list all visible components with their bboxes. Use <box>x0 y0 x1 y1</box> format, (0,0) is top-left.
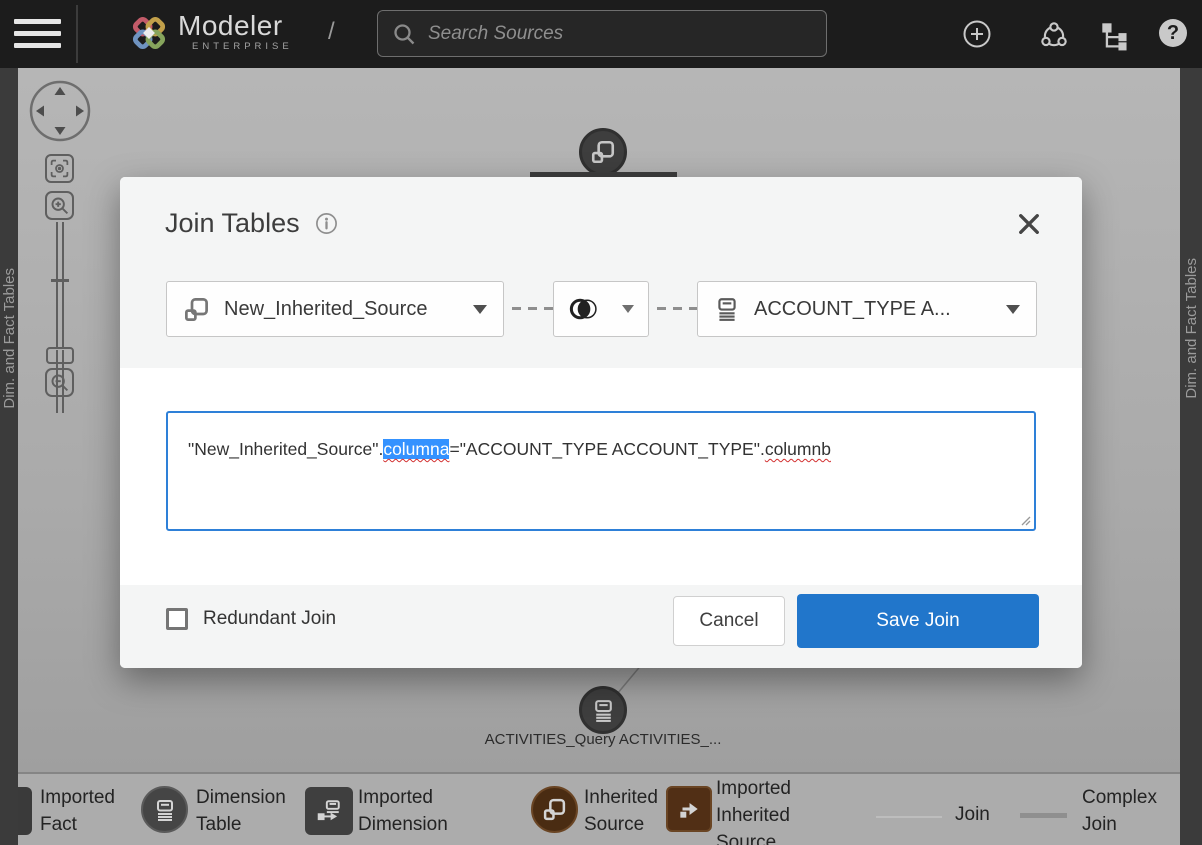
hierarchy-view-button[interactable] <box>1100 21 1130 51</box>
imported-dimension-icon <box>305 787 353 835</box>
info-icon[interactable] <box>315 212 338 235</box>
close-icon[interactable] <box>1016 211 1042 237</box>
legend-label-imported-dimension: Imported Dimension <box>358 784 468 838</box>
zoom-in-button[interactable] <box>45 191 74 220</box>
help-icon: ? <box>1167 22 1179 45</box>
search-icon <box>392 22 416 46</box>
legend-bar: Imported Fact Dimension Table Imported D… <box>18 772 1180 845</box>
save-join-button[interactable]: Save Join <box>797 594 1039 648</box>
legend-label-inherited-source: Inherited Source <box>584 784 674 838</box>
join-expression-textarea[interactable]: "New_Inherited_Source".columna="ACCOUNT_… <box>166 411 1036 531</box>
resize-handle[interactable] <box>1019 514 1031 526</box>
topbar-divider <box>76 5 78 63</box>
add-button[interactable] <box>962 19 992 49</box>
imported-inherited-source-icon <box>666 786 712 832</box>
brand-subtitle: ENTERPRISE <box>192 41 293 52</box>
modeler-logo-icon <box>128 11 170 55</box>
left-panel-tab-dim-fact-tables[interactable]: Dim. and Fact Tables <box>0 68 18 845</box>
legend-label-dimension-table: Dimension Table <box>196 784 306 838</box>
redundant-join-checkbox-row[interactable]: Redundant Join <box>166 608 336 630</box>
chevron-down-icon <box>473 305 487 314</box>
canvas-node-label: ACTIVITIES_Query ACTIVITIES_... <box>453 731 753 748</box>
zoom-slider-midpoint <box>51 279 69 282</box>
right-panel-tab-dim-fact-tables[interactable]: Dim. and Fact Tables <box>1180 68 1202 845</box>
zoom-out-icon <box>49 372 70 393</box>
search-input[interactable] <box>428 23 812 45</box>
zoom-in-icon <box>49 195 70 216</box>
join-link-dashes <box>512 307 553 310</box>
top-bar: Modeler ENTERPRISE / ? <box>0 0 1202 68</box>
dialog-header: Join Tables New_Inherited_Source <box>120 177 1082 368</box>
legend-label-join: Join <box>955 801 990 828</box>
pan-compass-control[interactable] <box>28 79 92 143</box>
dialog-title: Join Tables <box>165 208 300 239</box>
legend-label-imported-inherited-source: Imported Inherited Source <box>716 775 811 845</box>
left-table-dropdown[interactable]: New_Inherited_Source <box>166 281 504 337</box>
legend-label-complex-join: Complex Join <box>1082 784 1172 838</box>
fit-to-screen-icon <box>49 158 70 179</box>
brand-name: Modeler <box>178 11 293 41</box>
join-tables-dialog: Join Tables New_Inherited_Source <box>120 177 1082 668</box>
canvas-node-inherited-source[interactable] <box>579 128 627 176</box>
app-logo[interactable]: Modeler ENTERPRISE <box>128 11 293 55</box>
cancel-button[interactable]: Cancel <box>673 596 785 646</box>
inherited-source-icon <box>183 296 210 323</box>
right-table-dropdown[interactable]: ACCOUNT_TYPE A... <box>697 281 1037 337</box>
network-model-button[interactable] <box>1039 20 1069 50</box>
expression-selected-text: columna <box>383 439 449 459</box>
app-window: ACTIVITIES_Query ACTIVITIES_... Import <box>0 0 1202 845</box>
chevron-down-icon <box>622 305 634 313</box>
expression-misspelled-text: columnb <box>765 439 831 459</box>
fit-to-screen-button[interactable] <box>45 154 74 183</box>
zoom-slider-handle[interactable] <box>46 347 74 364</box>
zoom-slider-track[interactable] <box>56 222 64 347</box>
expression-segment: ="ACCOUNT_TYPE ACCOUNT_TYPE". <box>449 439 764 459</box>
inherited-source-icon <box>590 139 616 165</box>
dialog-body: "New_Inherited_Source".columna="ACCOUNT_… <box>120 368 1082 585</box>
breadcrumb-separator: / <box>328 18 335 46</box>
canvas-node-dimension-table[interactable] <box>579 686 627 734</box>
help-button[interactable]: ? <box>1159 19 1187 47</box>
left-panel-tab-label: Dim. and Fact Tables <box>1 268 18 409</box>
dimension-table-icon <box>591 698 616 723</box>
zoom-out-button[interactable] <box>45 368 74 397</box>
right-panel-tab-label: Dim. and Fact Tables <box>1183 258 1200 399</box>
menu-button[interactable] <box>14 19 61 49</box>
chevron-down-icon <box>1006 305 1020 314</box>
redundant-join-label: Redundant Join <box>203 608 336 630</box>
right-table-value: ACCOUNT_TYPE A... <box>754 298 951 321</box>
dialog-footer: Redundant Join Cancel Save Join <box>120 585 1082 668</box>
expression-segment: "New_Inherited_Source". <box>188 439 383 459</box>
imported-fact-icon <box>18 787 32 835</box>
left-table-value: New_Inherited_Source <box>224 298 427 321</box>
inherited-source-legend-icon <box>531 786 578 833</box>
complex-join-line-sample <box>1020 813 1067 818</box>
join-type-dropdown[interactable] <box>553 281 649 337</box>
join-link-dashes <box>657 307 698 310</box>
legend-label-imported-fact: Imported Fact <box>40 784 136 838</box>
join-type-venn-icon <box>568 297 602 321</box>
search-sources-box[interactable] <box>377 10 827 57</box>
redundant-join-checkbox[interactable] <box>166 608 188 630</box>
dimension-table-legend-icon <box>141 786 188 833</box>
dimension-table-icon <box>714 296 740 322</box>
join-line-sample <box>876 816 942 818</box>
